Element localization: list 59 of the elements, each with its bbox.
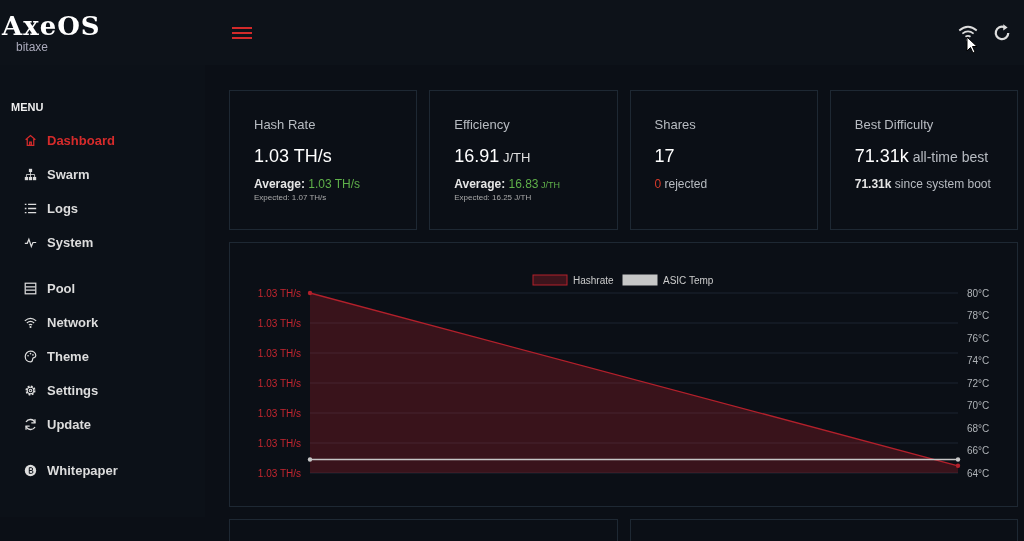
card-note: Expected: 1.07 TH/s — [254, 193, 328, 202]
wifi-icon — [24, 315, 37, 329]
stack-icon — [24, 281, 37, 295]
sidebar-item[interactable]: Logs — [0, 191, 205, 225]
axis-label: 1.03 TH/s — [257, 287, 301, 299]
card-detail: Average: 16.83 J/TH — [454, 177, 562, 191]
axis-label: 76°C — [967, 332, 990, 344]
card-value: 71.31k all-time best — [854, 146, 990, 167]
card-value: 17 — [654, 146, 676, 167]
card-title: Efficiency — [454, 117, 511, 132]
axis-label: 1.03 TH/s — [257, 407, 301, 419]
card-title: Best Difficulty — [854, 117, 935, 132]
axis-label: 70°C — [967, 400, 990, 411]
axis-label: 80°C — [967, 287, 990, 299]
card-title: Shares — [654, 117, 697, 132]
palette-icon — [24, 349, 37, 363]
coin-icon — [24, 463, 37, 477]
settings-icon — [24, 383, 37, 397]
legend-item[interactable]: ASIC Temp — [622, 274, 714, 286]
axis-label: 1.03 TH/s — [257, 377, 301, 389]
axis-label: 1.03 TH/s — [257, 467, 301, 479]
card-value: 1.03 TH/s — [254, 146, 333, 167]
axis-label: 68°C — [967, 422, 990, 434]
sidebar-item[interactable]: Settings — [0, 373, 205, 407]
logo: AxeOS — [2, 11, 101, 41]
sidebar-item[interactable]: System — [0, 225, 205, 259]
home-icon — [24, 133, 37, 147]
legend-item[interactable]: Hashrate — [532, 274, 614, 286]
refresh-icon — [24, 417, 37, 431]
sidebar-item[interactable]: Pool — [0, 271, 205, 305]
sidebar-item[interactable]: Swarm — [0, 157, 205, 191]
axis-label: 1.03 TH/s — [257, 317, 301, 329]
axis-label: 64°C — [967, 467, 990, 479]
card-detail: 0 rejected — [654, 177, 709, 191]
sidebar-item[interactable]: Update — [0, 407, 205, 441]
refresh-icon[interactable] — [992, 22, 1012, 43]
cursor-icon — [966, 35, 978, 54]
axis-label: 72°C — [967, 377, 990, 389]
axis-label: 1.03 TH/s — [257, 347, 301, 359]
card-value: 16.91 J/TH — [454, 146, 532, 167]
card-note: Expected: 16.25 J/TH — [454, 193, 533, 202]
legend-label: Hashrate — [573, 275, 615, 286]
card-title: Hash Rate — [254, 117, 317, 132]
network-tree-icon — [24, 167, 37, 181]
card-detail: 71.31k since system boot — [854, 177, 992, 191]
axis-label: 1.03 TH/s — [257, 437, 301, 449]
logo-subtitle: bitaxe — [16, 40, 49, 54]
menu-heading: MENU — [11, 101, 45, 113]
sidebar-item[interactable]: Dashboard — [0, 123, 205, 157]
pulse-icon — [24, 235, 37, 249]
card-detail: Average: 1.03 TH/s — [254, 177, 362, 191]
axis-label: 78°C — [967, 310, 990, 321]
list-icon — [24, 201, 37, 215]
sidebar-item[interactable]: Theme — [0, 339, 205, 373]
legend-label: ASIC Temp — [663, 275, 714, 286]
sidebar-item[interactable]: Network — [0, 305, 205, 339]
axis-label: 74°C — [967, 355, 990, 366]
axis-label: 66°C — [967, 445, 990, 456]
sidebar-item[interactable]: Whitepaper — [0, 453, 205, 487]
